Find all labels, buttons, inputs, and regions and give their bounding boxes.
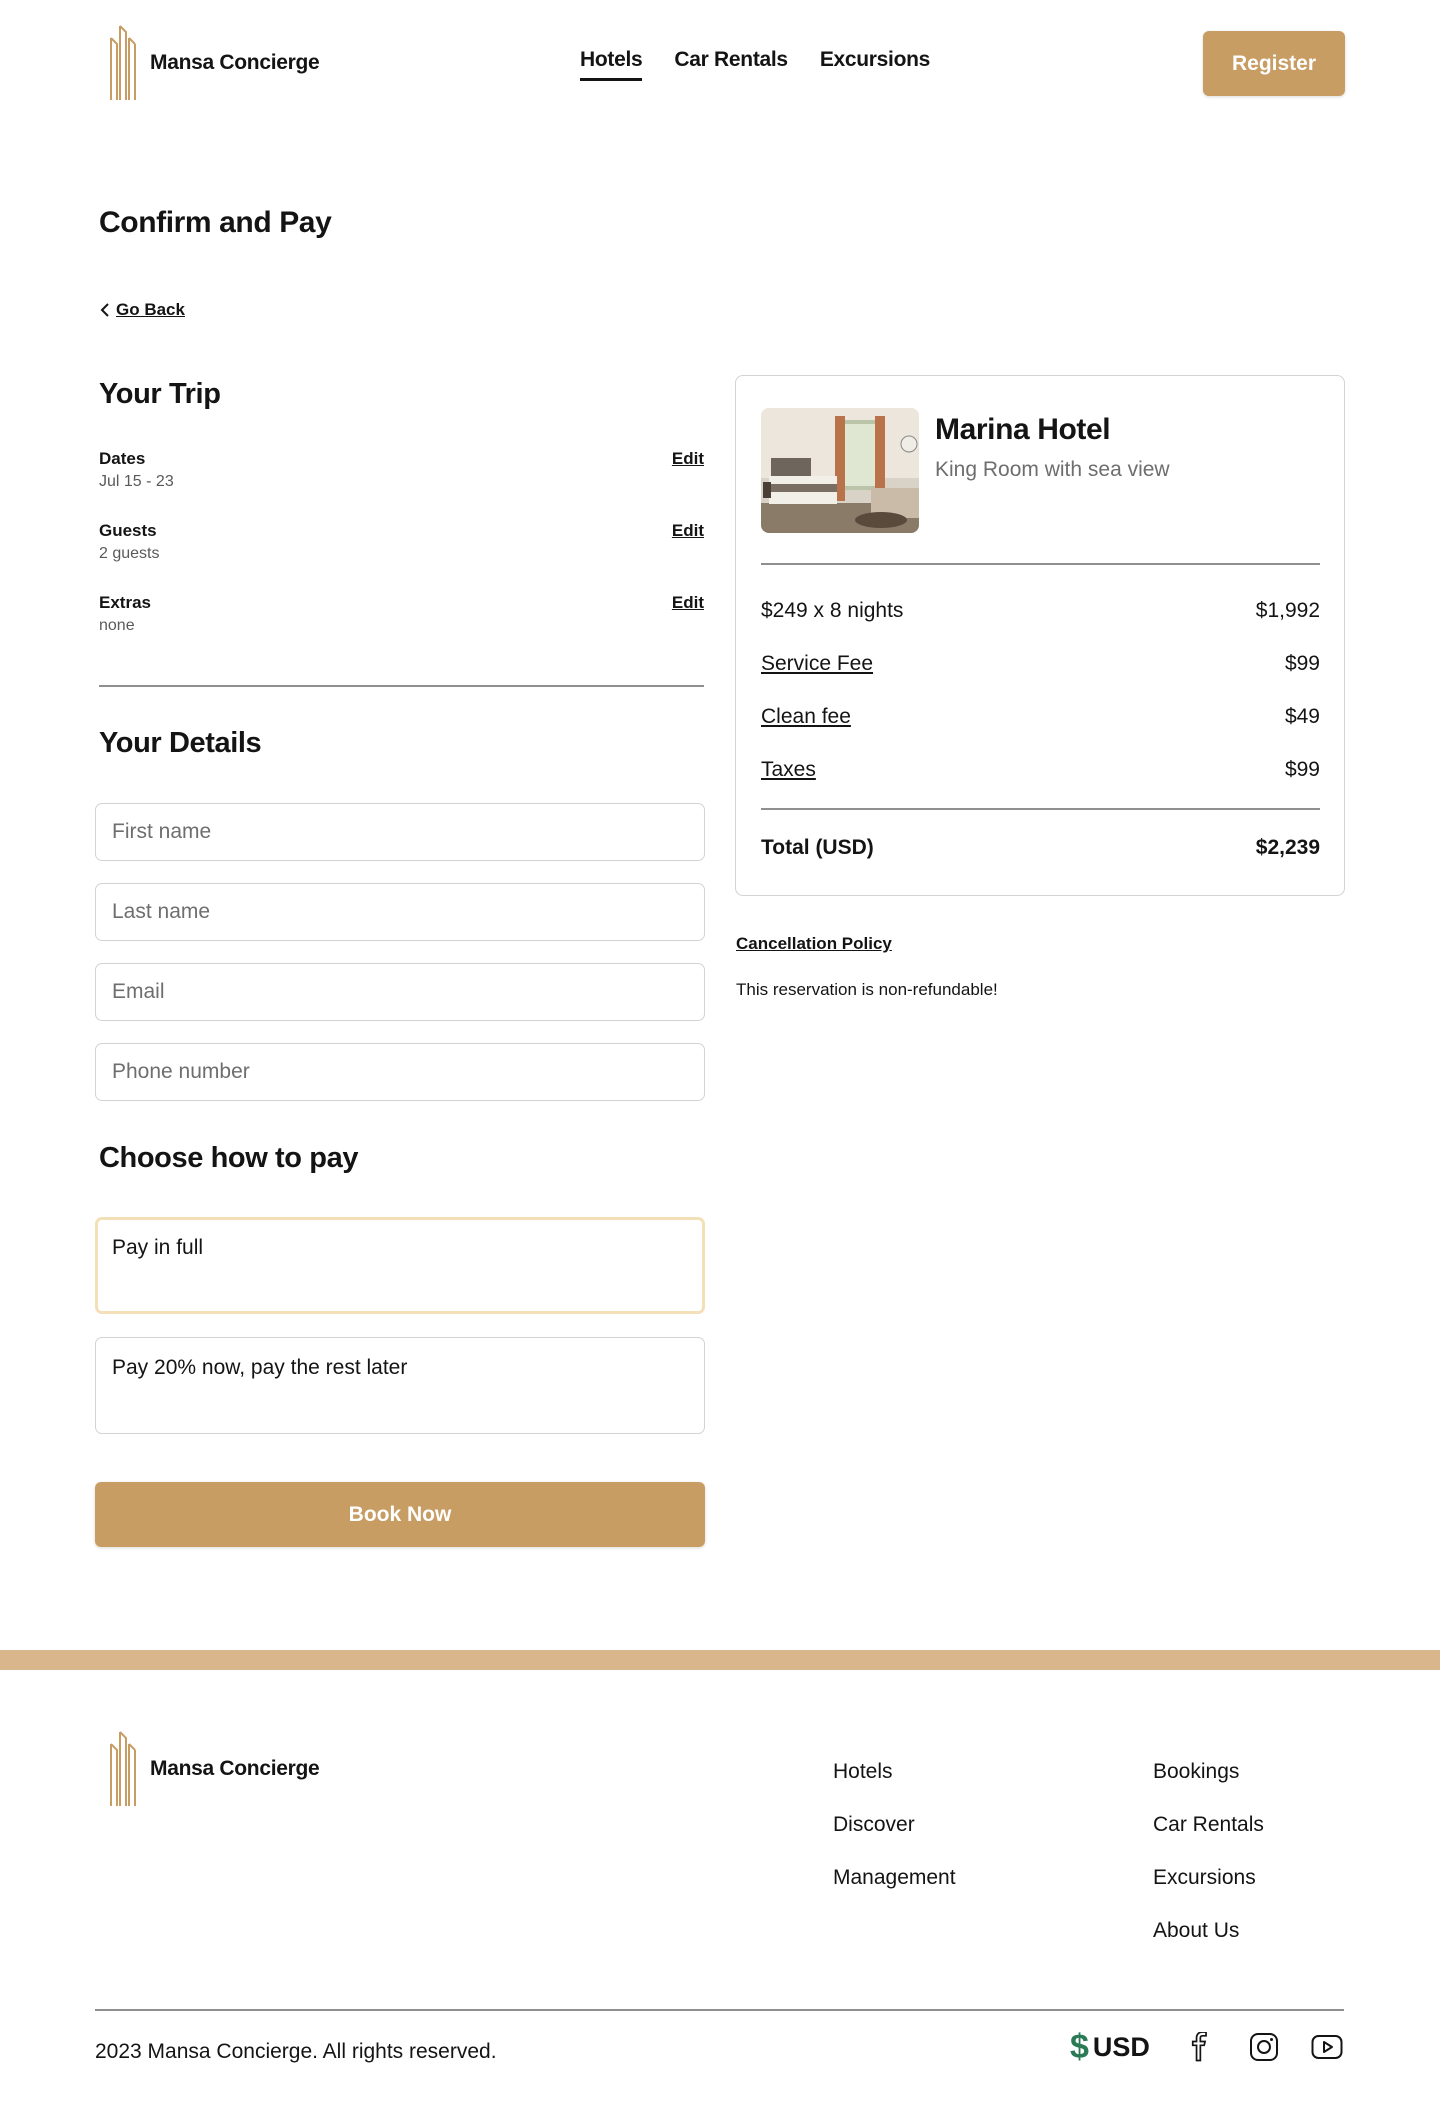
section-divider xyxy=(99,685,704,687)
chevron-left-icon xyxy=(100,303,109,317)
trip-label: Dates xyxy=(99,449,146,468)
trip-row-guests: Guests 2 guests Edit xyxy=(99,521,704,571)
nav-item-car-rentals[interactable]: Car Rentals xyxy=(674,48,788,81)
hotel-photo xyxy=(761,408,919,533)
dollar-icon: $ xyxy=(1070,2028,1089,2066)
price-row-clean-fee: Clean fee $49 xyxy=(761,705,1320,729)
price-label: $249 x 8 nights xyxy=(761,599,904,622)
copyright-text: 2023 Mansa Concierge. All rights reserve… xyxy=(95,2040,497,2063)
email-input[interactable] xyxy=(96,964,704,1020)
brand-name: Mansa Concierge xyxy=(150,1757,320,1780)
book-now-button[interactable]: Book Now xyxy=(95,1482,705,1547)
nav-item-hotels[interactable]: Hotels xyxy=(580,48,643,81)
site-header: Mansa Concierge Hotels Car Rentals Excur… xyxy=(0,0,1440,130)
price-row-service-fee: Service Fee $99 xyxy=(761,652,1320,676)
price-amount: $99 xyxy=(1284,758,1320,781)
first-name-input[interactable] xyxy=(96,804,704,860)
pay-option-partial[interactable]: Pay 20% now, pay the rest later xyxy=(95,1337,705,1434)
instagram-icon[interactable] xyxy=(1247,2030,1281,2064)
your-trip-heading: Your Trip xyxy=(99,378,221,410)
go-back-link[interactable]: Go Back xyxy=(100,300,185,320)
booking-summary-card: Marina Hotel King Room with sea view $24… xyxy=(735,375,1345,896)
currency-code: USD xyxy=(1092,2031,1150,2062)
footer-divider xyxy=(95,2009,1344,2011)
clean-fee-link[interactable]: Clean fee xyxy=(761,705,851,729)
brand-logo[interactable]: Mansa Concierge xyxy=(108,24,320,102)
footer-link-management[interactable]: Management xyxy=(833,1865,956,1890)
payment-heading: Choose how to pay xyxy=(99,1142,359,1174)
trip-value: Jul 15 - 23 xyxy=(99,473,174,490)
service-fee-link[interactable]: Service Fee xyxy=(761,652,873,676)
trip-label: Extras xyxy=(99,593,151,612)
edit-extras-link[interactable]: Edit xyxy=(672,593,704,613)
footer-link-car-rentals[interactable]: Car Rentals xyxy=(1153,1812,1264,1837)
cancellation-policy-link[interactable]: Cancellation Policy xyxy=(736,934,892,954)
footer-link-hotels[interactable]: Hotels xyxy=(833,1759,956,1784)
footer-link-about-us[interactable]: About Us xyxy=(1153,1918,1264,1943)
trip-row-extras: Extras none Edit xyxy=(99,593,704,643)
card-divider xyxy=(761,563,1320,565)
footer-link-bookings[interactable]: Bookings xyxy=(1153,1759,1264,1784)
page-title: Confirm and Pay xyxy=(99,206,332,239)
hotel-name: Marina Hotel xyxy=(935,413,1111,446)
cancellation-text: This reservation is non-refundable! xyxy=(736,980,998,999)
footer-links-col-1: Hotels Discover Management xyxy=(833,1759,956,1890)
footer-band xyxy=(0,1650,1440,1670)
price-row-nights: $249 x 8 nights $1,992 xyxy=(761,599,1320,623)
main-nav: Hotels Car Rentals Excursions xyxy=(580,48,930,81)
taxes-link[interactable]: Taxes xyxy=(761,758,816,782)
email-field xyxy=(95,963,705,1021)
card-divider xyxy=(761,808,1320,810)
footer-brand-logo[interactable]: Mansa Concierge xyxy=(108,1730,320,1808)
total-amount: $2,239 xyxy=(1255,836,1320,859)
trip-value: 2 guests xyxy=(99,545,160,562)
edit-guests-link[interactable]: Edit xyxy=(672,521,704,541)
price-row-taxes: Taxes $99 xyxy=(761,758,1320,782)
youtube-icon[interactable] xyxy=(1310,2030,1344,2064)
footer-link-discover[interactable]: Discover xyxy=(833,1812,956,1837)
trip-row-dates: Dates Jul 15 - 23 Edit xyxy=(99,449,704,499)
price-amount: $99 xyxy=(1284,652,1320,675)
footer-link-excursions[interactable]: Excursions xyxy=(1153,1865,1264,1890)
pay-option-full[interactable]: Pay in full xyxy=(95,1217,705,1314)
pay-option-label: Pay 20% now, pay the rest later xyxy=(112,1356,408,1379)
currency-selector[interactable]: $ USD xyxy=(1070,2030,1150,2064)
trip-value: none xyxy=(99,617,135,634)
edit-dates-link[interactable]: Edit xyxy=(672,449,704,469)
brand-name: Mansa Concierge xyxy=(150,51,320,74)
price-amount: $1,992 xyxy=(1255,599,1320,622)
room-type: King Room with sea view xyxy=(935,458,1170,481)
last-name-input[interactable] xyxy=(96,884,704,940)
price-amount: $49 xyxy=(1284,705,1320,728)
first-name-field xyxy=(95,803,705,861)
facebook-icon[interactable] xyxy=(1183,2030,1217,2064)
go-back-label: Go Back xyxy=(116,300,185,319)
footer-links-col-2: Bookings Car Rentals Excursions About Us xyxy=(1153,1759,1264,1943)
nav-item-excursions[interactable]: Excursions xyxy=(820,48,931,81)
total-row: Total (USD) $2,239 xyxy=(761,836,1320,860)
logo-mark-icon xyxy=(110,1731,136,1806)
phone-field xyxy=(95,1043,705,1101)
total-label: Total (USD) xyxy=(761,836,874,859)
your-details-heading: Your Details xyxy=(99,727,262,759)
register-button[interactable]: Register xyxy=(1203,31,1345,96)
phone-input[interactable] xyxy=(96,1044,704,1100)
last-name-field xyxy=(95,883,705,941)
logo-mark-icon xyxy=(110,25,136,100)
trip-label: Guests xyxy=(99,521,157,540)
pay-option-label: Pay in full xyxy=(112,1236,204,1259)
